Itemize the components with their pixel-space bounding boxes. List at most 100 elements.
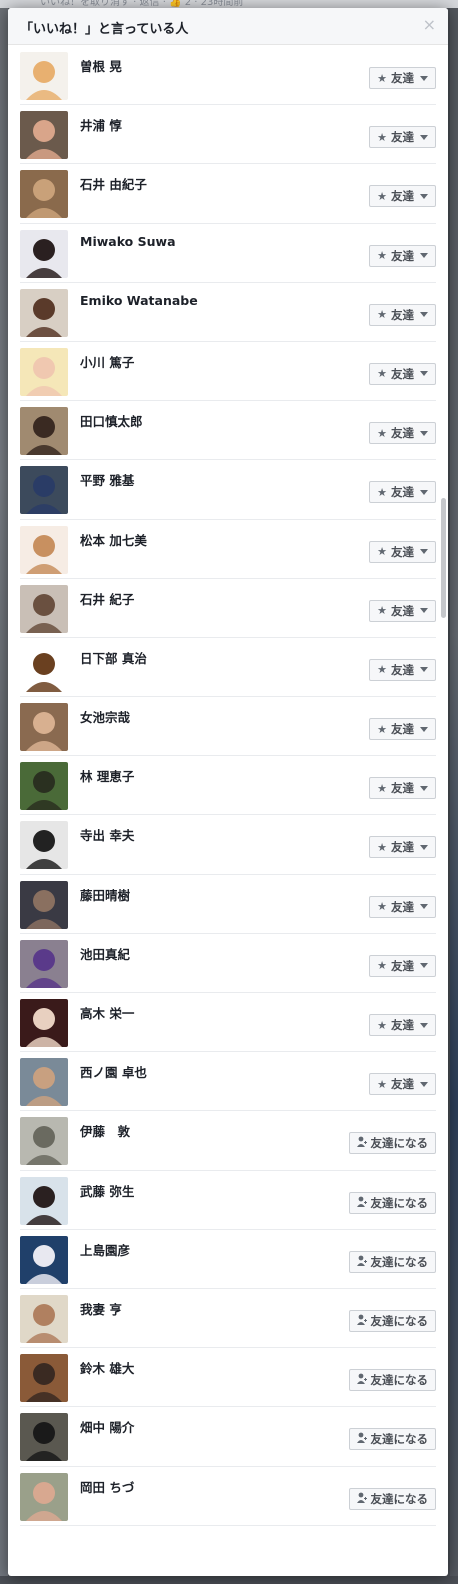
close-icon[interactable]: ×: [423, 16, 436, 34]
person-name[interactable]: 石井 由紀子: [80, 174, 147, 193]
add-friend-button[interactable]: 友達になる: [348, 1369, 436, 1392]
avatar[interactable]: [20, 347, 68, 396]
avatar[interactable]: [20, 52, 68, 100]
friends-dropdown-button[interactable]: ★ 友達: [369, 540, 436, 563]
star-icon: ★: [377, 130, 387, 144]
avatar[interactable]: [20, 1354, 68, 1403]
person-name[interactable]: 平野 雅基: [80, 470, 134, 489]
person-name[interactable]: 寺出 幸夫: [80, 825, 134, 844]
person-row: 畑中 陽介友達になる: [20, 1407, 436, 1467]
chevron-down-icon: [420, 1081, 428, 1087]
friends-dropdown-button[interactable]: ★ 友達: [369, 185, 436, 208]
person-row: 井浦 惇 ★ 友達: [20, 105, 436, 165]
avatar[interactable]: [20, 111, 68, 160]
avatar[interactable]: [20, 1117, 68, 1166]
friends-dropdown-button[interactable]: ★ 友達: [369, 599, 436, 622]
person-name[interactable]: 石井 紀子: [80, 589, 134, 608]
friends-dropdown-button[interactable]: ★ 友達: [369, 895, 436, 918]
person-name[interactable]: 藤田晴樹: [80, 885, 130, 904]
person-row: 上島園彦友達になる: [20, 1230, 436, 1289]
friends-dropdown-button[interactable]: ★ 友達: [369, 67, 436, 89]
person-name[interactable]: 畑中 陽介: [80, 1417, 134, 1436]
person-row: 寺出 幸夫 ★ 友達: [20, 815, 436, 875]
person-row: 石井 由紀子 ★ 友達: [20, 164, 436, 224]
add-friend-label: 友達になる: [370, 1254, 429, 1269]
add-friend-button[interactable]: 友達になる: [348, 1428, 436, 1451]
avatar-portrait-icon: [26, 1363, 62, 1403]
friends-dropdown-button[interactable]: ★ 友達: [369, 362, 436, 385]
avatar[interactable]: [20, 1472, 68, 1521]
person-name[interactable]: 日下部 真治: [80, 648, 147, 667]
avatar[interactable]: [20, 407, 68, 456]
star-icon: ★: [377, 1077, 387, 1091]
friends-dropdown-button[interactable]: ★ 友達: [369, 303, 436, 326]
person-name[interactable]: Miwako Suwa: [80, 234, 176, 249]
person-name[interactable]: 岡田 ちづ: [80, 1477, 134, 1496]
avatar[interactable]: [20, 170, 68, 219]
friends-dropdown-button[interactable]: ★ 友達: [369, 658, 436, 681]
add-friend-button[interactable]: 友達になる: [348, 1191, 436, 1214]
person-name[interactable]: 伊藤 敦: [80, 1121, 130, 1140]
avatar[interactable]: [20, 1413, 68, 1462]
avatar[interactable]: [20, 643, 68, 692]
person-name[interactable]: 松本 加七美: [80, 530, 147, 549]
add-friend-button[interactable]: 友達になる: [348, 1487, 436, 1510]
person-name[interactable]: 井浦 惇: [80, 115, 122, 134]
avatar[interactable]: [20, 880, 68, 929]
person-name[interactable]: 田口慎太郎: [80, 411, 143, 430]
person-name[interactable]: 曽根 晃: [80, 56, 122, 75]
avatar[interactable]: [20, 1058, 68, 1107]
avatar[interactable]: [20, 939, 68, 988]
avatar-portrait-icon: [26, 1481, 62, 1521]
avatar-portrait-icon: [26, 61, 62, 100]
person-name[interactable]: 上島園彦: [80, 1240, 130, 1259]
friends-dropdown-button[interactable]: ★ 友達: [369, 126, 436, 149]
background-page-strip: いいね！を取り消す · 返信 · 👍 2 · 23時間前: [0, 0, 458, 8]
scrollbar-thumb[interactable]: [441, 498, 446, 618]
chevron-down-icon: [420, 963, 428, 969]
person-name[interactable]: 我妻 亨: [80, 1299, 122, 1318]
add-friend-label: 友達になる: [370, 1195, 429, 1210]
friends-dropdown-button[interactable]: ★ 友達: [369, 481, 436, 504]
avatar[interactable]: [20, 999, 68, 1047]
friends-dropdown-button[interactable]: ★ 友達: [369, 422, 436, 445]
person-name[interactable]: 林 理恵子: [80, 766, 134, 785]
add-friend-button[interactable]: 友達になる: [348, 1250, 436, 1273]
avatar[interactable]: [20, 584, 68, 633]
friends-dropdown-button[interactable]: ★ 友達: [369, 244, 436, 267]
friends-dropdown-button[interactable]: ★ 友達: [369, 954, 436, 977]
person-name[interactable]: 鈴木 雄大: [80, 1358, 134, 1377]
person-name[interactable]: 武藤 弥生: [80, 1181, 134, 1200]
person-name[interactable]: 女池宗哉: [80, 707, 130, 726]
friends-dropdown-button[interactable]: ★ 友達: [369, 1073, 436, 1096]
avatar[interactable]: [20, 762, 68, 811]
avatar[interactable]: [20, 1294, 68, 1343]
avatar[interactable]: [20, 466, 68, 515]
add-friend-icon: [356, 1136, 367, 1150]
person-row: 林 理恵子 ★ 友達: [20, 756, 436, 816]
add-friend-button[interactable]: 友達になる: [348, 1132, 436, 1155]
add-friend-button[interactable]: 友達になる: [348, 1309, 436, 1332]
friends-dropdown-button[interactable]: ★ 友達: [369, 718, 436, 741]
person-name[interactable]: Emiko Watanabe: [80, 293, 198, 308]
person-name[interactable]: 池田真紀: [80, 944, 130, 963]
avatar[interactable]: [20, 821, 68, 870]
chevron-down-icon: [420, 785, 428, 791]
person-row: 我妻 亨友達になる: [20, 1289, 436, 1349]
avatar[interactable]: [20, 525, 68, 574]
friends-label: 友達: [391, 426, 414, 441]
person-name[interactable]: 西ノ園 卓也: [80, 1062, 147, 1081]
person-row: 平野 雅基 ★ 友達: [20, 460, 436, 520]
avatar[interactable]: [20, 288, 68, 337]
person-name[interactable]: 高木 栄一: [80, 1003, 134, 1022]
friends-label: 友達: [391, 544, 414, 559]
star-icon: ★: [377, 840, 387, 854]
avatar[interactable]: [20, 703, 68, 752]
friends-dropdown-button[interactable]: ★ 友達: [369, 1014, 436, 1036]
avatar[interactable]: [20, 229, 68, 278]
person-name[interactable]: 小川 篤子: [80, 352, 134, 371]
avatar[interactable]: [20, 1235, 68, 1284]
friends-dropdown-button[interactable]: ★ 友達: [369, 777, 436, 800]
avatar[interactable]: [20, 1176, 68, 1225]
friends-dropdown-button[interactable]: ★ 友達: [369, 836, 436, 859]
